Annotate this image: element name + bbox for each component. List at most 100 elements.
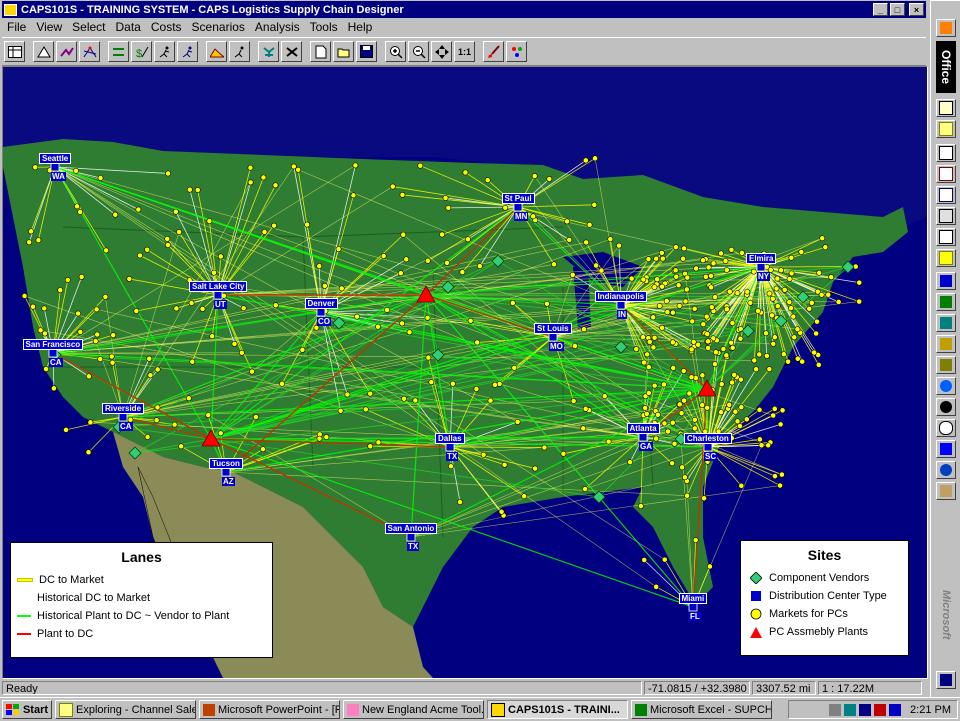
mountain-icon[interactable]: [33, 41, 54, 62]
menu-file[interactable]: File: [2, 20, 31, 34]
key-icon[interactable]: [936, 335, 956, 353]
minimize-button[interactable]: _: [873, 3, 888, 16]
market-marker: [772, 335, 777, 340]
menu-scenarios[interactable]: Scenarios: [187, 20, 250, 34]
city-label[interactable]: Elmira: [746, 253, 776, 264]
address-book-icon[interactable]: [936, 228, 956, 246]
internet-explorer-icon[interactable]: [936, 377, 956, 395]
network-tray-icon[interactable]: [844, 704, 856, 716]
maximize-button[interactable]: □: [890, 3, 905, 16]
zoom-in-icon[interactable]: [385, 41, 406, 62]
start-button[interactable]: Start: [2, 700, 52, 719]
menu-costs[interactable]: Costs: [146, 20, 187, 34]
task-powerpoint[interactable]: Microsoft PowerPoint - [P...: [199, 700, 340, 719]
city-label[interactable]: Atlanta: [627, 423, 660, 434]
city-label[interactable]: St Louis: [534, 323, 572, 334]
market-marker: [28, 229, 33, 234]
title-bar[interactable]: CAPS101S - TRAINING SYSTEM - CAPS Logist…: [2, 1, 926, 18]
volume-icon[interactable]: [829, 704, 841, 716]
market-marker: [809, 300, 814, 305]
menu-data[interactable]: Data: [111, 20, 146, 34]
outlook-icon[interactable]: [936, 398, 956, 416]
circle-icon: [750, 608, 762, 620]
city-label[interactable]: San Antonio: [385, 523, 438, 534]
zoom-out-icon[interactable]: [408, 41, 429, 62]
city-label[interactable]: St Paul: [502, 193, 535, 204]
city-label[interactable]: Charleston: [684, 433, 732, 444]
market-marker: [375, 324, 380, 329]
office-menu-icon[interactable]: [936, 19, 956, 37]
market-marker: [429, 380, 434, 385]
schedule-icon[interactable]: [936, 356, 956, 374]
globe-icon[interactable]: [936, 461, 956, 479]
tree-icon[interactable]: [258, 41, 279, 62]
market-marker: [145, 434, 150, 439]
brush-icon[interactable]: [483, 41, 504, 62]
clock-icon[interactable]: [936, 419, 956, 437]
menu-tools[interactable]: Tools: [305, 20, 343, 34]
route-icon[interactable]: [56, 41, 77, 62]
task-excel[interactable]: Microsoft Excel - SUPCH...: [631, 700, 772, 719]
shield-icon[interactable]: [889, 704, 901, 716]
palette-icon[interactable]: [506, 41, 527, 62]
clock[interactable]: 2:21 PM: [910, 704, 951, 716]
tool-icon[interactable]: [281, 41, 302, 62]
runner-icon-2[interactable]: [177, 41, 198, 62]
binder-icon[interactable]: [936, 482, 956, 500]
copy-icon[interactable]: [936, 144, 956, 162]
menu-analysis[interactable]: Analysis: [250, 20, 305, 34]
city-label[interactable]: Denver: [305, 298, 338, 309]
excel-icon[interactable]: [936, 293, 956, 311]
runner-icon-3[interactable]: [229, 41, 250, 62]
office-bar-bottom-icon[interactable]: [936, 671, 956, 689]
task-icon[interactable]: [936, 186, 956, 204]
map-view[interactable]: SeattleWASt PaulMNElmiraNYSalt Lake City…: [2, 66, 928, 679]
cost-icon[interactable]: $: [131, 41, 152, 62]
note-icon[interactable]: [936, 249, 956, 267]
runner-icon[interactable]: [154, 41, 175, 62]
calendar-icon[interactable]: [936, 165, 956, 183]
task-new-england-acme[interactable]: New England Acme Tool...: [343, 700, 484, 719]
city-label[interactable]: San Francisco: [23, 339, 84, 350]
exchange-icon[interactable]: [936, 440, 956, 458]
hill-icon[interactable]: [206, 41, 227, 62]
menu-select[interactable]: Select: [67, 20, 110, 34]
access-icon[interactable]: [936, 314, 956, 332]
market-marker: [653, 436, 658, 441]
network-icon[interactable]: [79, 41, 100, 62]
contact-icon[interactable]: [936, 207, 956, 225]
city-label[interactable]: Tucson: [209, 458, 243, 469]
market-marker: [700, 373, 705, 378]
city-label[interactable]: Seattle: [39, 153, 71, 164]
zoom-1-1-icon[interactable]: 1:1: [454, 41, 475, 62]
menu-help[interactable]: Help: [343, 20, 378, 34]
city-label[interactable]: Dallas: [435, 433, 465, 444]
word-icon[interactable]: [936, 272, 956, 290]
save-icon[interactable]: [356, 41, 377, 62]
market-marker: [544, 301, 549, 306]
city-label[interactable]: Indianapolis: [595, 291, 648, 302]
city-label[interactable]: Salt Lake City: [189, 281, 247, 292]
open-folder-icon[interactable]: [333, 41, 354, 62]
market-marker: [533, 466, 538, 471]
new-file-icon[interactable]: [310, 41, 331, 62]
market-marker: [592, 202, 597, 207]
swap-icon[interactable]: [108, 41, 129, 62]
lanes-legend[interactable]: Lanes DC to Market Historical DC to Mark…: [10, 542, 273, 658]
printer-icon[interactable]: [859, 704, 871, 716]
lane-swatch: [17, 633, 31, 635]
app-icon[interactable]: [4, 4, 17, 16]
sites-legend[interactable]: Sites Component Vendors Distribution Cen…: [740, 540, 909, 656]
city-label[interactable]: Riverside: [102, 403, 144, 414]
open-document-icon[interactable]: [936, 120, 956, 138]
market-marker: [692, 417, 697, 422]
task-caps101s[interactable]: CAPS101S - TRAINI...: [487, 700, 628, 719]
close-button[interactable]: ×: [909, 3, 924, 16]
antivirus-icon[interactable]: [874, 704, 886, 716]
pan-icon[interactable]: [431, 41, 452, 62]
menu-view[interactable]: View: [31, 20, 67, 34]
new-document-icon[interactable]: [936, 99, 956, 117]
task-exploring[interactable]: Exploring - Channel Sale...: [55, 700, 196, 719]
city-label[interactable]: Miami: [679, 593, 708, 604]
table-icon[interactable]: [4, 41, 25, 62]
